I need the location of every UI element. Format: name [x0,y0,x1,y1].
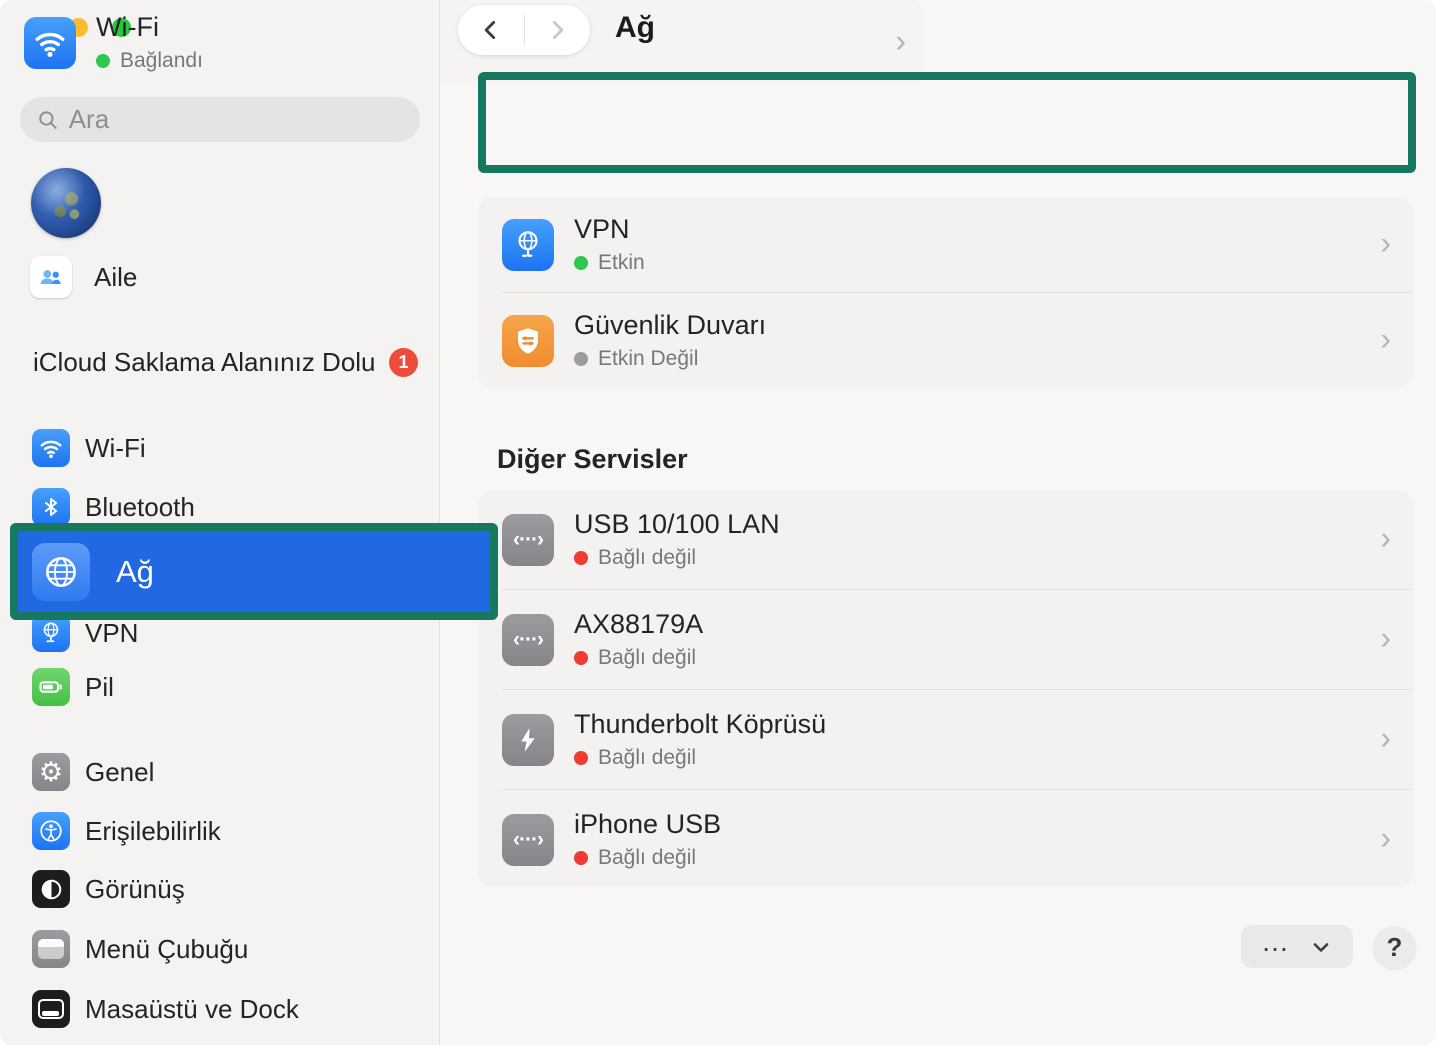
section-title: Diğer Servisler [497,444,688,475]
sidebar-item-icloud-notice[interactable]: iCloud Saklama Alanınız Dolu 1 [33,347,418,378]
chevron-right-icon: › [895,22,906,59]
status-dot-disconnected [574,851,588,865]
firewall-row[interactable]: Güvenlik Duvarı Etkin Değil › [478,293,1413,388]
network-globe-icon [32,543,90,601]
icloud-notice-label: iCloud Saklama Alanınız Dolu [33,347,376,378]
battery-icon [32,668,70,706]
desktop-dock-icon [32,990,70,1028]
gear-icon: ⚙ [32,753,70,791]
sidebar-item-menubar[interactable]: Menü Çubuğu [20,926,420,972]
sidebar-item-desktop-dock[interactable]: Masaüstü ve Dock [20,986,420,1032]
family-label: Aile [94,262,137,293]
row-label: USB 10/100 LAN [574,509,780,540]
annotation-box-wifi [478,72,1416,173]
row-label: AX88179A [574,609,703,640]
search-field[interactable] [20,97,420,142]
status-dot-connected [96,54,110,68]
family-icon [30,256,72,298]
row-status: Bağlı değil [598,546,696,570]
row-label: VPN [574,214,645,245]
sidebar-item-label: Görünüş [85,874,185,905]
status-dot-inactive [574,352,588,366]
sidebar-item-label: Menü Çubuğu [85,934,248,965]
ax88179a-row[interactable]: ‹···› AX88179A Bağlı değil › [478,590,1413,689]
sidebar-item-accessibility[interactable]: Erişilebilirlik [20,808,420,854]
row-label: Güvenlik Duvarı [574,310,766,341]
sidebar-item-label: Erişilebilirlik [85,816,221,847]
ethernet-icon: ‹···› [502,614,554,666]
firewall-shield-icon [502,315,554,367]
row-status: Bağlı değil [598,646,696,670]
other-services-card: ‹···› USB 10/100 LAN Bağlı değil › ‹···›… [478,490,1413,887]
sidebar-item-label: Masaüstü ve Dock [85,994,299,1025]
ethernet-icon: ‹···› [502,514,554,566]
sidebar-item-network-selected[interactable]: Ağ [18,531,490,612]
sidebar-item-battery[interactable]: Pil [20,664,420,710]
services-card: VPN Etkin › Güvenlik Duvarı Etkin Değil … [478,197,1413,388]
status-dot-disconnected [574,651,588,665]
wifi-icon [32,429,70,467]
appearance-icon [32,870,70,908]
menu-bar-icon [32,930,70,968]
row-label: Wi-Fi [96,12,203,43]
sidebar-item-label: VPN [85,618,138,649]
sidebar-item-family[interactable]: Aile [30,256,137,298]
chevron-right-icon: › [1380,619,1391,656]
search-icon [36,107,60,133]
sidebar-item-appearance[interactable]: Görünüş [20,866,420,912]
row-status: Bağlı değil [598,846,696,870]
iphone-usb-row[interactable]: ‹···› iPhone USB Bağlı değil › [478,790,1413,889]
chevron-right-icon: › [1380,819,1391,856]
sidebar-item-label: Ağ [116,554,154,590]
row-label: iPhone USB [574,809,721,840]
more-options-button[interactable]: … [1241,925,1353,968]
chevron-right-icon: › [1380,224,1391,261]
notification-badge: 1 [389,348,418,377]
sidebar-item-wifi[interactable]: Wi-Fi [20,425,420,471]
vpn-icon [502,219,554,271]
vpn-row[interactable]: VPN Etkin › [478,197,1413,292]
ethernet-icon: ‹···› [502,814,554,866]
sidebar-item-label: Bluetooth [85,492,195,523]
sidebar-item-bluetooth[interactable]: Bluetooth [20,484,420,530]
thunderbolt-icon [502,714,554,766]
status-dot-disconnected [574,751,588,765]
system-settings-window: Aile iCloud Saklama Alanınız Dolu 1 Wi-F… [0,0,1436,1045]
sidebar-item-label: Pil [85,672,114,703]
row-label: Thunderbolt Köprüsü [574,709,826,740]
sidebar-item-label: Genel [85,757,154,788]
chevron-right-icon: › [1380,519,1391,556]
row-status: Bağlandı [120,49,203,73]
sidebar-item-label: Wi-Fi [85,433,146,464]
status-dot-active [574,256,588,270]
sidebar-item-general[interactable]: ⚙ Genel [20,749,420,795]
thunderbolt-bridge-row[interactable]: Thunderbolt Köprüsü Bağlı değil › [478,690,1413,789]
row-status: Etkin Değil [598,347,698,371]
wifi-row[interactable]: Wi-Fi Bağlandı › [0,0,922,85]
accessibility-icon [32,812,70,850]
vpn-icon [32,614,70,652]
search-input[interactable] [69,104,404,135]
wifi-icon [24,17,76,69]
sidebar: Aile iCloud Saklama Alanınız Dolu 1 Wi-F… [0,0,440,1045]
user-avatar[interactable] [31,168,101,238]
chevron-down-icon[interactable] [1309,935,1333,959]
status-dot-disconnected [574,551,588,565]
usb-lan-row[interactable]: ‹···› USB 10/100 LAN Bağlı değil › [478,490,1413,589]
sidebar-item-vpn[interactable]: VPN [20,610,420,656]
chevron-right-icon: › [1380,320,1391,357]
bluetooth-icon [32,488,70,526]
help-button[interactable]: ? [1373,926,1416,969]
row-status: Etkin [598,251,645,275]
chevron-right-icon: › [1380,719,1391,756]
row-status: Bağlı değil [598,746,696,770]
